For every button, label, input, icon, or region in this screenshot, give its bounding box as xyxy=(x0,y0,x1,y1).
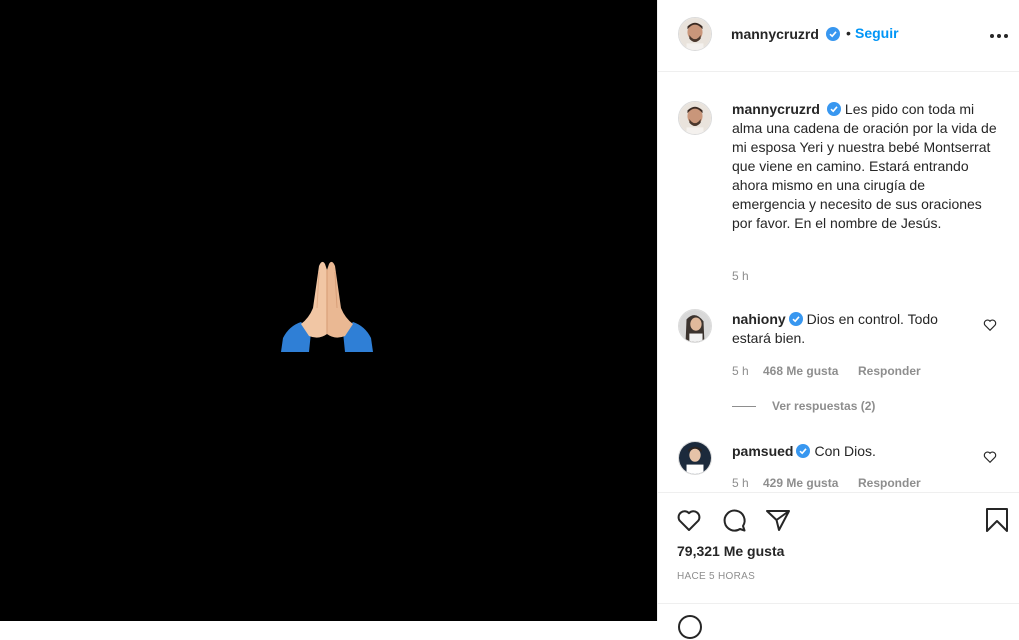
caption-username[interactable]: mannycruzrd xyxy=(732,101,820,117)
caption-avatar[interactable] xyxy=(678,101,712,135)
bookmark-icon[interactable] xyxy=(984,507,1010,533)
add-comment-bar[interactable] xyxy=(658,603,1019,639)
comment-text: Con Dios. xyxy=(814,443,876,459)
comment-icon[interactable] xyxy=(721,507,747,533)
separator-dot: • xyxy=(846,25,851,41)
comment-likes[interactable]: 429 Me gusta xyxy=(763,476,838,490)
comment-username[interactable]: nahiony xyxy=(732,311,786,327)
header-username[interactable]: mannycruzrd xyxy=(731,26,819,42)
share-icon[interactable] xyxy=(765,507,791,533)
comment-username[interactable]: pamsued xyxy=(732,443,793,459)
post-media[interactable] xyxy=(0,0,657,621)
comment-avatar[interactable] xyxy=(678,309,712,343)
comment-time[interactable]: 5 h xyxy=(732,364,749,378)
verified-badge-icon xyxy=(826,102,841,116)
likes-count[interactable]: 79,321 Me gusta xyxy=(677,543,784,559)
comment-body: nahiony Dios en control. Todo estará bien… xyxy=(732,310,972,348)
comment-avatar[interactable] xyxy=(678,441,712,475)
post-time[interactable]: HACE 5 HORAS xyxy=(677,571,755,582)
replies-line xyxy=(732,406,756,408)
post-actions: 79,321 Me gusta HACE 5 HORAS xyxy=(658,492,1019,639)
emoji-icon[interactable] xyxy=(677,614,703,640)
caption-text: Les pido con toda mi alma una cadena de … xyxy=(732,101,997,231)
comment-like-heart-icon[interactable] xyxy=(983,318,997,332)
caption: mannycruzrd Les pido con toda mi alma una… xyxy=(732,100,1002,233)
comments-section[interactable]: mannycruzrd Les pido con toda mi alma una… xyxy=(658,72,1019,492)
heart-icon[interactable] xyxy=(676,507,702,533)
reply-button[interactable]: Responder xyxy=(858,364,921,378)
view-replies[interactable]: Ver respuestas (2) xyxy=(732,399,875,413)
reply-button[interactable]: Responder xyxy=(858,476,921,490)
verified-badge-icon xyxy=(826,27,840,41)
verified-badge-icon xyxy=(788,312,803,326)
comment-likes[interactable]: 468 Me gusta xyxy=(763,364,838,378)
comment-body: pamsued Con Dios. xyxy=(732,442,972,461)
more-options-icon[interactable] xyxy=(989,33,1009,39)
caption-time[interactable]: 5 h xyxy=(732,269,749,283)
verified-badge-icon xyxy=(796,444,811,458)
folded-hands-emoji xyxy=(281,261,373,352)
post-header: mannycruzrd • Seguir xyxy=(658,0,1019,72)
comment-like-heart-icon[interactable] xyxy=(983,450,997,464)
post-side-panel: mannycruzrd • Seguir mannycruzrd Les pido… xyxy=(657,0,1019,639)
follow-button[interactable]: Seguir xyxy=(855,25,899,41)
comment-time[interactable]: 5 h xyxy=(732,476,749,490)
avatar[interactable] xyxy=(678,17,712,51)
